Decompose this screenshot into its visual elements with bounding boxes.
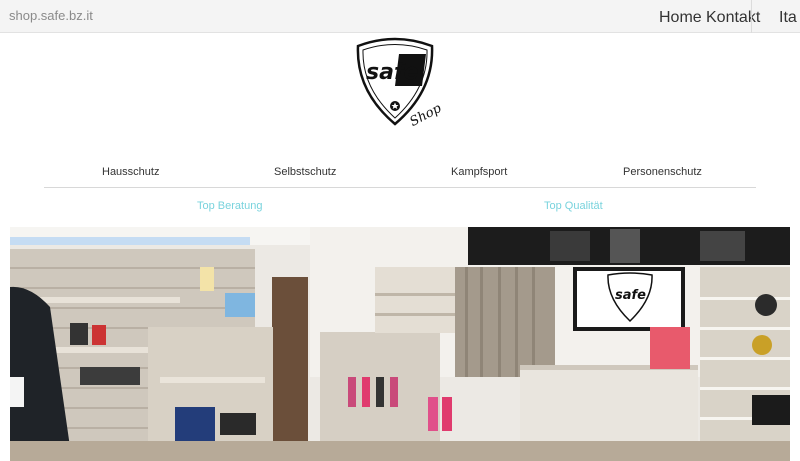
logo-brand-text: safe [366,60,419,85]
nav-kontakt-link[interactable]: Kontakt [706,9,760,27]
shield-logo-icon: safe Shop [356,37,445,130]
category-hausschutz[interactable]: Hausschutz [102,166,159,178]
category-nav: Hausschutz Selbstschutz Kampfsport Perso… [44,160,756,188]
nav-home-link[interactable]: Home [659,9,702,27]
top-bar: shop.safe.bz.it Home Kontakt Ita [0,0,800,33]
tagline-top-qualitaet: Top Qualität [544,200,603,212]
safe-shop-logo[interactable]: safe Shop [350,36,450,136]
site-name[interactable]: shop.safe.bz.it [9,8,93,23]
language-switch-link[interactable]: Ita [779,9,797,27]
category-kampfsport[interactable]: Kampfsport [451,166,507,178]
category-selbstschutz[interactable]: Selbstschutz [274,166,336,178]
category-personenschutz[interactable]: Personenschutz [623,166,702,178]
hero-store-photo: safe [10,227,790,461]
tagline-top-beratung: Top Beratung [197,200,263,212]
nav-divider [751,0,752,33]
monitor-logo-text: safe [615,288,646,303]
